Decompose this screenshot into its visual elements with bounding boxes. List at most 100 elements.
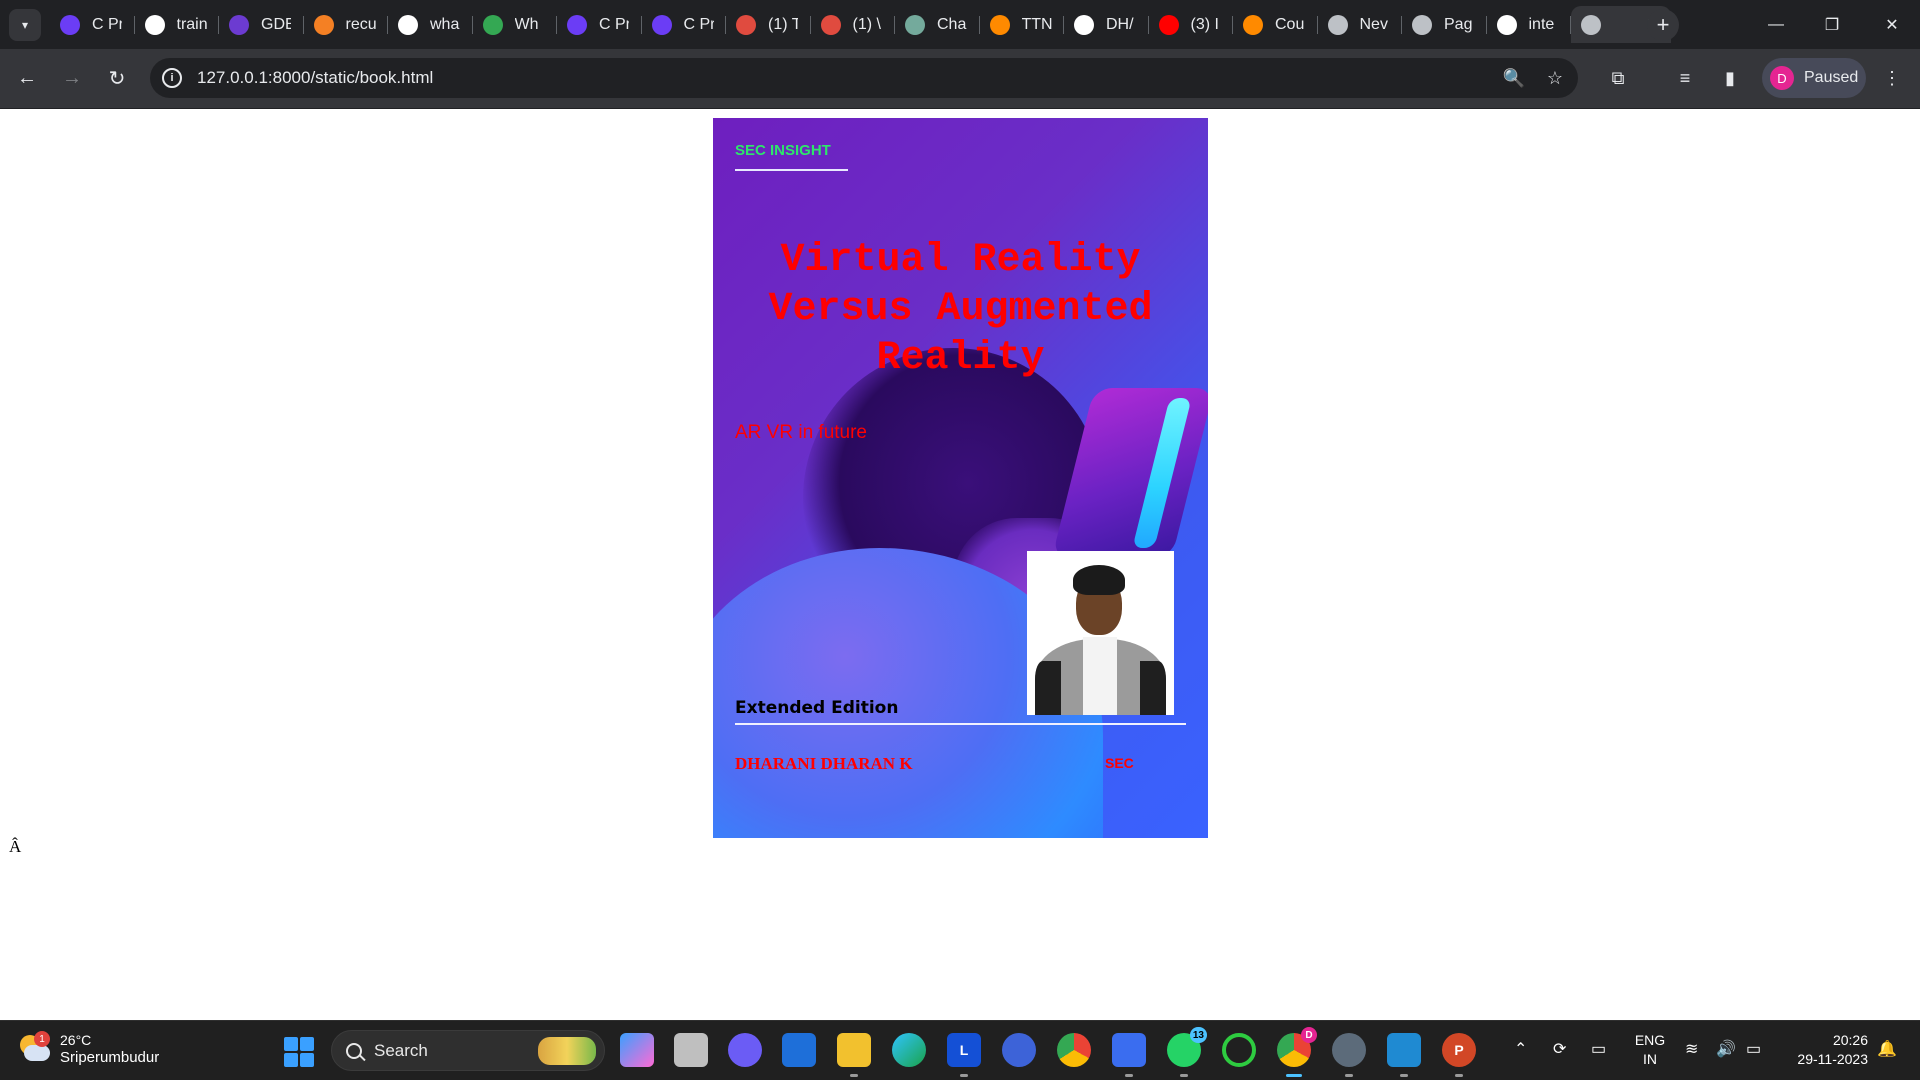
- edition-divider: [735, 723, 1186, 725]
- chrome-icon[interactable]: [1057, 1033, 1091, 1067]
- chrome-profile-badge: D: [1301, 1027, 1317, 1043]
- browser-tab[interactable]: inte: [1487, 6, 1572, 43]
- address-bar[interactable]: i 127.0.0.1:8000/static/book.html 🔍 ☆: [150, 58, 1578, 98]
- battery-icon[interactable]: ▭: [1746, 1039, 1761, 1059]
- tab-title: (1) \: [852, 15, 881, 33]
- browser-tab[interactable]: wha: [388, 6, 473, 43]
- teams-chat-icon[interactable]: [728, 1033, 762, 1067]
- browser-tab[interactable]: DH/: [1064, 6, 1149, 43]
- tab-title: Pag: [1444, 15, 1473, 33]
- forward-button[interactable]: →: [56, 62, 88, 94]
- language-code: ENG: [1634, 1032, 1666, 1048]
- arrow-left-icon: ←: [17, 66, 37, 89]
- browser-tab[interactable]: recu: [304, 6, 389, 43]
- powerpoint-icon[interactable]: P: [1442, 1033, 1476, 1077]
- start-button[interactable]: [284, 1037, 314, 1067]
- profile-avatar: D: [1770, 66, 1794, 90]
- whatsapp-icon[interactable]: 13: [1167, 1027, 1207, 1077]
- restore-button[interactable]: ❐: [1804, 0, 1860, 49]
- reload-button[interactable]: ↻: [101, 62, 133, 94]
- tab-title: inte: [1528, 15, 1555, 33]
- browser-tab[interactable]: (1) T: [726, 6, 811, 43]
- address-url[interactable]: 127.0.0.1:8000/static/book.html: [197, 68, 433, 88]
- browser-tab[interactable]: train: [135, 6, 220, 43]
- clock-date: 29-11-2023: [1797, 1051, 1868, 1067]
- task-view-icon[interactable]: [674, 1033, 708, 1067]
- tab-title: Wh: [514, 15, 539, 33]
- google-icon: [398, 14, 418, 35]
- profile-button[interactable]: D Paused: [1762, 58, 1866, 98]
- microsoft-store-icon[interactable]: [782, 1033, 816, 1067]
- chrome-menu-icon[interactable]: ⋮: [1878, 64, 1906, 92]
- weather-badge: 1: [34, 1031, 50, 1047]
- extensions-icon[interactable]: ⧉: [1604, 64, 1632, 92]
- leetcode-icon: [736, 14, 756, 35]
- tab-title: C Pr: [92, 15, 122, 33]
- chatgpt-icon: [905, 14, 925, 35]
- system-clock[interactable]: 20:26 29-11-2023: [1784, 1031, 1868, 1069]
- gdevelop-icon: [229, 14, 249, 35]
- google-icon: [1496, 14, 1517, 35]
- browser-tab[interactable]: Wh: [473, 6, 558, 43]
- taskbar-search-label: Search: [374, 1040, 428, 1060]
- volume-icon[interactable]: 🔊: [1716, 1039, 1736, 1059]
- photo-lapel-left: [1035, 661, 1061, 715]
- new-tab-button[interactable]: +: [1647, 9, 1679, 41]
- vscode-icon[interactable]: [1387, 1033, 1421, 1077]
- minimize-icon: —: [1768, 15, 1784, 33]
- pw-skills-icon: [60, 14, 80, 35]
- minimize-button[interactable]: —: [1748, 0, 1804, 49]
- globe-icon: [1412, 14, 1432, 35]
- zoom-icon[interactable]: 🔍: [1502, 66, 1526, 90]
- tab-title: (3) I: [1190, 15, 1219, 33]
- browser-tab[interactable]: C Pr: [642, 6, 727, 43]
- browser-tab[interactable]: Pag: [1402, 6, 1487, 43]
- loading-ring-icon[interactable]: [1222, 1033, 1256, 1067]
- search-icon: [346, 1042, 362, 1059]
- close-window-button[interactable]: ✕: [1864, 0, 1920, 49]
- language-indicator[interactable]: ENG IN: [1634, 1031, 1666, 1069]
- side-panel-icon[interactable]: ▮: [1716, 64, 1744, 92]
- tab-title: Cha: [937, 15, 967, 33]
- weather-city: Sriperumbudur: [60, 1049, 160, 1066]
- browser-tab[interactable]: GDE: [219, 6, 304, 43]
- cover-edition: Extended Edition: [735, 698, 899, 718]
- copilot-icon[interactable]: [620, 1033, 654, 1067]
- launcher-l-icon[interactable]: L: [947, 1033, 981, 1077]
- tray-overflow-icon[interactable]: ⌃: [1514, 1039, 1527, 1059]
- weather-widget[interactable]: 1 26°C Sriperumbudur: [18, 1031, 159, 1067]
- github-icon: [1074, 14, 1094, 35]
- tab-title: C Pr: [599, 15, 629, 33]
- globe-icon: [1581, 14, 1601, 35]
- tab-title: TTN: [1021, 15, 1052, 33]
- edge-icon[interactable]: [892, 1033, 926, 1067]
- settings-gear-icon[interactable]: [1332, 1033, 1366, 1077]
- arc-icon[interactable]: [1002, 1033, 1036, 1067]
- media-controls-icon[interactable]: ≡: [1671, 64, 1699, 92]
- file-explorer-icon[interactable]: [837, 1033, 871, 1077]
- site-info-icon[interactable]: i: [162, 68, 182, 88]
- browser-tab[interactable]: (1) \: [811, 6, 896, 43]
- bookmark-star-icon[interactable]: ☆: [1543, 66, 1567, 90]
- chrome-profile-icon[interactable]: D: [1277, 1027, 1317, 1077]
- photo-hair: [1073, 565, 1125, 595]
- sync-icon[interactable]: ⟳: [1553, 1039, 1566, 1059]
- browser-tab[interactable]: (3) I: [1149, 6, 1234, 43]
- weather-icon: 1: [18, 1031, 50, 1063]
- wifi-icon[interactable]: ≋: [1685, 1039, 1698, 1059]
- arrow-right-icon: →: [62, 66, 82, 89]
- browser-tab[interactable]: C Pr: [557, 6, 642, 43]
- notepad-icon[interactable]: [1112, 1033, 1146, 1077]
- back-button[interactable]: ←: [11, 62, 43, 94]
- browser-tab[interactable]: C Pr: [50, 6, 135, 43]
- browser-tab[interactable]: Nev: [1318, 6, 1403, 43]
- browser-tab[interactable]: Cou: [1233, 6, 1318, 43]
- browser-tab[interactable]: Cha: [895, 6, 980, 43]
- display-icon[interactable]: ▭: [1591, 1039, 1606, 1059]
- restore-icon: ❐: [1824, 16, 1840, 34]
- browser-tab[interactable]: TTN: [980, 6, 1065, 43]
- tab-search-button[interactable]: ▾: [9, 9, 41, 41]
- notification-bell-icon[interactable]: 🔔: [1877, 1039, 1897, 1059]
- taskbar-search[interactable]: Search: [331, 1030, 605, 1071]
- reload-icon: ↻: [108, 67, 126, 90]
